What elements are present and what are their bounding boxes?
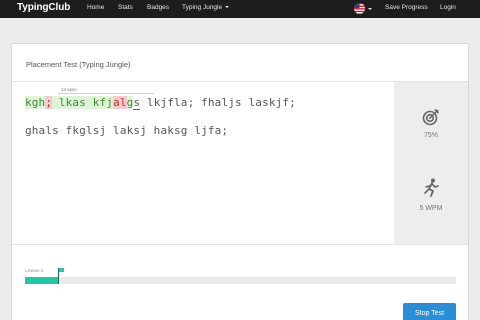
nav-login[interactable]: Login bbox=[440, 4, 456, 11]
typing-area[interactable]: 13 wpm kgh; lkas kfjalgs lkjfla; fhaljs … bbox=[12, 82, 394, 244]
nav-save-progress[interactable]: Save Progress bbox=[385, 4, 428, 11]
typed-segment-err: al bbox=[113, 96, 127, 109]
typed-segment-pending: lkjfla; fhaljs laskjf; bbox=[140, 96, 296, 109]
chevron-down-icon bbox=[225, 6, 230, 8]
nav-typing-jungle-label: Typing Jungle bbox=[182, 4, 223, 11]
accuracy-value: 75% bbox=[423, 132, 438, 139]
stats-sidebar: 75% 5 WPM bbox=[394, 82, 468, 244]
placement-test-panel: Placement Test (Typing Jungle) 13 wpm kg… bbox=[11, 43, 469, 320]
nav-home[interactable]: Home bbox=[87, 4, 104, 11]
divider bbox=[12, 244, 468, 245]
lesson-label: Lesson 1 bbox=[25, 268, 44, 273]
speed-value: 5 WPM bbox=[419, 205, 443, 212]
nav-badges[interactable]: Badges bbox=[147, 4, 169, 11]
progress-track bbox=[25, 277, 456, 284]
nav-stats[interactable]: Stats bbox=[118, 4, 133, 11]
nav-typing-jungle[interactable]: Typing Jungle bbox=[182, 4, 230, 11]
stop-test-button[interactable]: Stop Test bbox=[403, 303, 456, 320]
brand-logo[interactable]: TypingClub bbox=[17, 2, 70, 13]
top-navbar: TypingClub Home Stats Badges Typing Jung… bbox=[0, 0, 480, 18]
typing-line-2: ghals fkglsj laksj haksg ljfa; bbox=[25, 124, 229, 137]
progress-fill bbox=[25, 277, 60, 284]
typed-segment-ok: lkas kfj bbox=[52, 96, 114, 109]
typed-segment-ok: kgh bbox=[25, 96, 46, 109]
language-chevron-icon[interactable] bbox=[368, 8, 372, 10]
hint-underline bbox=[58, 93, 154, 94]
typing-line-1: kgh; lkas kfjalgs lkjfla; fhaljs laskjf; bbox=[25, 96, 296, 110]
runner-icon bbox=[424, 178, 439, 197]
speed-hint: 13 wpm bbox=[61, 87, 77, 92]
flag-icon bbox=[59, 268, 64, 272]
target-icon bbox=[422, 109, 439, 126]
us-flag-icon[interactable] bbox=[354, 3, 365, 14]
panel-title: Placement Test (Typing Jungle) bbox=[26, 60, 131, 69]
